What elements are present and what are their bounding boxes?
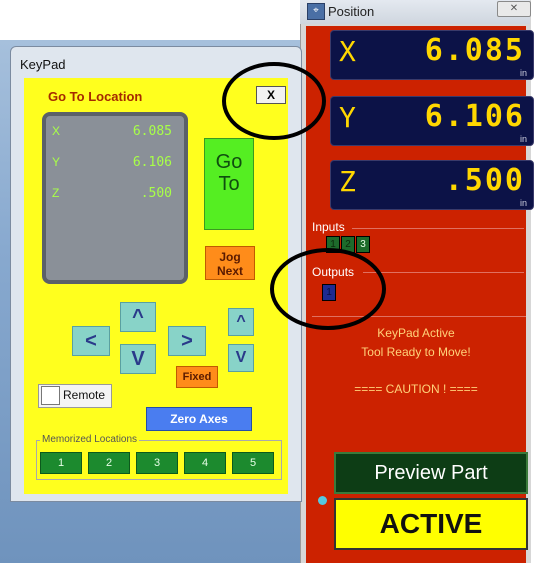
dro-unit: in xyxy=(519,198,527,208)
keypad-axis-label: X xyxy=(52,124,61,138)
chevron-right-icon: > xyxy=(181,330,193,352)
inputs-divider xyxy=(352,228,524,229)
go-to-location-heading: Go To Location xyxy=(48,89,143,104)
jog-left-button[interactable]: < xyxy=(72,326,110,356)
keypad-row-y: Y 6.106 xyxy=(52,155,172,175)
remote-checkbox[interactable] xyxy=(41,386,60,405)
go-to-label-to: To xyxy=(218,173,240,195)
keypad-axis-label: Y xyxy=(52,155,61,169)
chevron-up-icon: ^ xyxy=(236,313,246,330)
memorized-location-5[interactable]: 5 xyxy=(232,452,274,474)
zero-axes-button[interactable]: Zero Axes xyxy=(146,407,252,431)
dro-axis-label: Z xyxy=(339,165,356,198)
dro-axis-label: Y xyxy=(339,101,356,134)
desktop-top-area xyxy=(0,0,300,40)
go-to-label-go: Go xyxy=(215,151,243,173)
annotation-ellipse-outputs xyxy=(270,248,386,330)
chevron-left-icon: < xyxy=(85,330,97,352)
chevron-up-icon: ^ xyxy=(132,306,144,328)
outputs-divider xyxy=(363,272,524,273)
dro-axis-label: X xyxy=(339,35,356,68)
keypad-axis-label: Z xyxy=(52,186,60,200)
position-title: Position xyxy=(328,4,375,19)
fixed-button[interactable]: Fixed xyxy=(176,366,218,388)
dro-y: Y 6.106 in xyxy=(330,96,534,146)
jog-next-button[interactable]: Jog Next xyxy=(205,246,255,280)
z-down-button[interactable]: V xyxy=(228,344,254,372)
dro-unit: in xyxy=(519,68,527,78)
go-to-button[interactable]: Go To xyxy=(204,138,254,230)
memorized-locations-label: Memorized Locations xyxy=(40,434,140,445)
inputs-label: Inputs xyxy=(312,220,345,234)
status-caution: ==== CAUTION ! ==== xyxy=(354,382,478,396)
keypad-title: KeyPad xyxy=(20,57,66,72)
remote-label[interactable]: Remote xyxy=(63,388,105,402)
dro-z: Z .500 in xyxy=(330,160,534,210)
chevron-down-icon: V xyxy=(131,348,145,370)
jog-label: Jog xyxy=(219,250,241,264)
memorized-location-4[interactable]: 4 xyxy=(184,452,226,474)
keypad-row-z: Z .500 xyxy=(52,186,172,206)
dro-value: 6.085 xyxy=(424,33,525,68)
jog-up-button[interactable]: ^ xyxy=(120,302,156,332)
z-up-button[interactable]: ^ xyxy=(228,308,254,336)
dro-x: X 6.085 in xyxy=(330,30,534,80)
position-close-button[interactable]: ✕ xyxy=(497,1,531,17)
keypad-axis-value: .500 xyxy=(140,186,172,201)
next-label: Next xyxy=(216,264,243,278)
active-indicator-dot xyxy=(318,496,327,505)
keypad-axis-value: 6.085 xyxy=(132,124,172,139)
desktop-right-edge xyxy=(530,0,538,563)
jog-down-button[interactable]: V xyxy=(120,344,156,374)
status-tool-ready: Tool Ready to Move! xyxy=(361,345,471,359)
chevron-down-icon: V xyxy=(235,349,247,366)
dro-value: .500 xyxy=(444,163,525,198)
keypad-row-x: X 6.085 xyxy=(52,124,172,144)
annotation-ellipse-close xyxy=(222,62,326,140)
dro-value: 6.106 xyxy=(424,99,525,134)
memorized-location-2[interactable]: 2 xyxy=(88,452,130,474)
position-window-icon: ⌖ xyxy=(307,3,325,20)
preview-part-button[interactable]: Preview Part xyxy=(334,452,528,494)
memorized-location-1[interactable]: 1 xyxy=(40,452,82,474)
active-status-box: ACTIVE xyxy=(334,498,528,550)
dro-unit: in xyxy=(519,134,527,144)
memorized-location-3[interactable]: 3 xyxy=(136,452,178,474)
jog-right-button[interactable]: > xyxy=(168,326,206,356)
input-led-3: 3 xyxy=(356,236,370,253)
keypad-axis-value: 6.106 xyxy=(132,155,172,170)
